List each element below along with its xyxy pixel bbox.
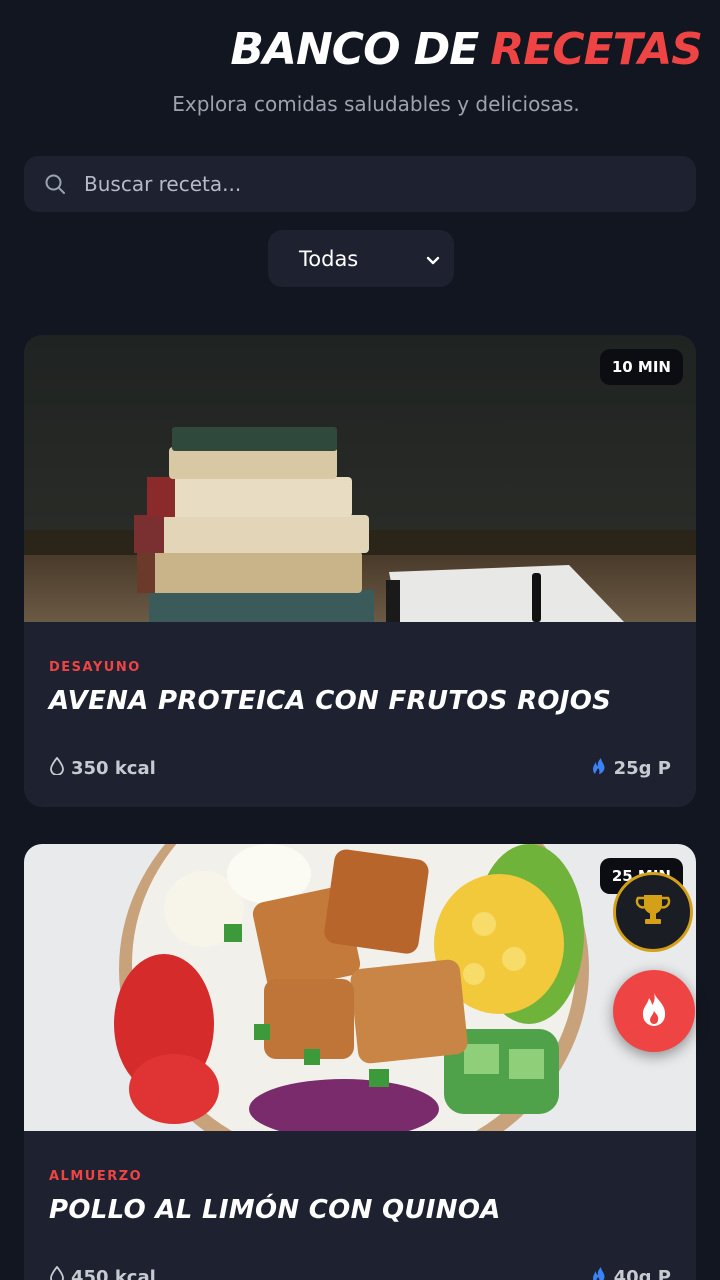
recipe-card[interactable]: 10 MIN DESAYUNO AVENA PROTEICA CON FRUTO… (24, 335, 696, 807)
protein-value: 40g P (613, 1267, 671, 1280)
chevron-down-icon (426, 247, 440, 271)
calories-stat: 450 kcal (49, 1265, 156, 1280)
recipe-stats: 450 kcal 40g P (49, 1265, 671, 1280)
recipe-category: DESAYUNO (49, 660, 141, 675)
recipe-title: POLLO AL LIMÓN CON QUINOA (49, 1195, 501, 1225)
recipe-image: 25 MIN (24, 844, 696, 1131)
search-icon (42, 171, 68, 197)
category-select[interactable]: Todas (268, 230, 454, 287)
calories-value: 350 kcal (71, 758, 156, 779)
time-badge: 10 MIN (599, 349, 683, 385)
calories-value: 450 kcal (71, 1267, 156, 1280)
protein-stat: 40g P (590, 1266, 671, 1280)
page-title-part1: BANCO DE (230, 24, 479, 75)
recipe-card[interactable]: 25 MIN ALMUERZO POLLO AL LIMÓN CON QUINO… (24, 844, 696, 1280)
recipes-page: BANCO DE RECETAS Explora comidas saludabl… (0, 0, 720, 1280)
recipe-category: ALMUERZO (49, 1169, 143, 1184)
calories-stat: 350 kcal (49, 756, 156, 780)
category-select-value: Todas (299, 246, 359, 271)
protein-stat: 25g P (590, 757, 671, 780)
search-input[interactable] (84, 156, 696, 212)
page-title: BANCO DE RECETAS (230, 24, 703, 75)
trophy-icon (635, 893, 671, 932)
books-photo (24, 335, 696, 622)
page-title-part2: RECETAS (490, 24, 703, 75)
flame-icon (590, 757, 608, 780)
recipe-title: AVENA PROTEICA CON FRUTOS ROJOS (49, 686, 612, 716)
recipe-stats: 350 kcal 25g P (49, 756, 671, 780)
fire-button[interactable] (613, 970, 695, 1052)
flame-icon (590, 1266, 608, 1280)
trophy-button[interactable] (613, 872, 693, 952)
drop-icon (49, 756, 65, 780)
search-bar[interactable] (24, 156, 696, 212)
salad-bowl-photo (24, 844, 696, 1131)
drop-icon (49, 1265, 65, 1280)
page-subtitle: Explora comidas saludables y deliciosas. (172, 92, 580, 116)
recipe-image: 10 MIN (24, 335, 696, 622)
protein-value: 25g P (613, 758, 671, 779)
fire-icon (639, 991, 669, 1032)
